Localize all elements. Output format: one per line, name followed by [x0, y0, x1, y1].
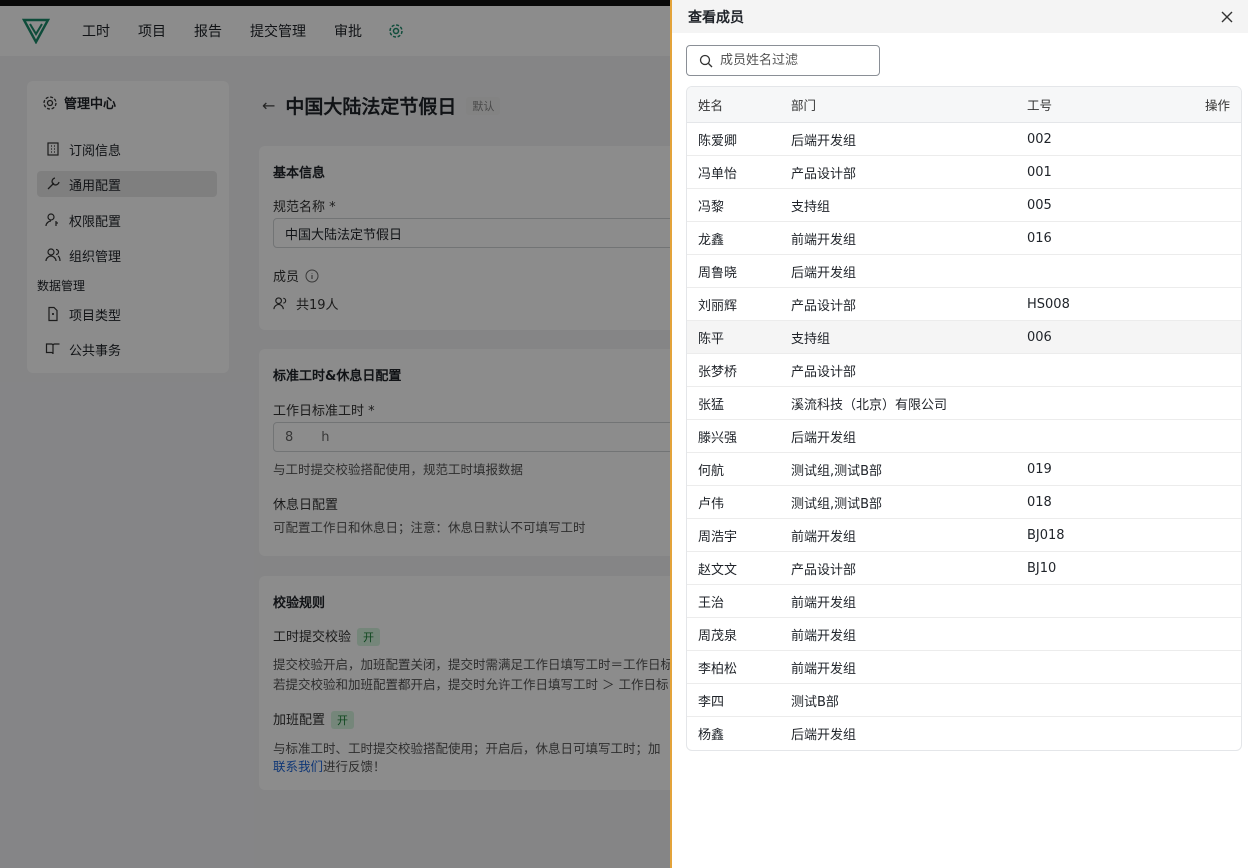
member-name-cell: 杨鑫: [698, 728, 725, 743]
member-dept-cell: 支持组: [791, 331, 831, 347]
table-row[interactable]: 赵文文 产品设计部 BJ10: [687, 552, 1241, 585]
member-dept-cell: 后端开发组: [791, 728, 857, 743]
table-row[interactable]: 滕兴强 后端开发组: [687, 420, 1241, 453]
member-dept-cell: 测试B部: [791, 694, 839, 710]
member-name-cell: 冯黎: [698, 199, 725, 215]
table-row[interactable]: 李四 测试B部: [687, 684, 1241, 717]
member-name-cell: 卢伟: [698, 496, 725, 512]
table-row[interactable]: 周茂泉 前端开发组: [687, 618, 1241, 651]
member-dept-cell: 产品设计部: [791, 364, 857, 380]
member-name-cell: 陈平: [698, 331, 725, 347]
col-name-header[interactable]: 姓名: [687, 95, 791, 114]
member-dept-cell: 产品设计部: [791, 298, 857, 314]
member-name-cell: 李四: [698, 694, 725, 710]
col-action-header: 操作: [1204, 98, 1230, 113]
member-dept-cell: 产品设计部: [791, 166, 857, 182]
member-id-cell: 002: [1027, 131, 1052, 147]
member-name-cell: 周浩宇: [698, 529, 738, 545]
member-dept-cell: 测试组,测试B部: [791, 463, 883, 479]
table-row[interactable]: 卢伟 测试组,测试B部 018: [687, 486, 1241, 519]
members-drawer: 查看成员 姓名 部门 工号 操作 陈爱卿后端开发组002冯单怡产品设计部001冯…: [670, 0, 1248, 868]
member-id-cell: 005: [1027, 197, 1052, 213]
member-dept-cell: 前端开发组: [791, 595, 857, 611]
member-id-cell: BJ018: [1027, 527, 1065, 543]
table-row[interactable]: 刘丽辉 产品设计部 HS008: [687, 288, 1241, 321]
close-icon[interactable]: [1220, 10, 1234, 24]
member-id-cell: HS008: [1027, 296, 1070, 312]
table-row[interactable]: 何航 测试组,测试B部 019: [687, 453, 1241, 486]
table-row[interactable]: 周浩宇 前端开发组 BJ018: [687, 519, 1241, 552]
member-name-cell: 冯单怡: [698, 166, 738, 182]
table-header: 姓名 部门 工号 操作: [687, 87, 1241, 123]
table-row[interactable]: 张梦桥 产品设计部: [687, 354, 1241, 387]
member-id-cell: 001: [1027, 164, 1052, 180]
table-row[interactable]: 周鲁晓 后端开发组: [687, 255, 1241, 288]
member-dept-cell: 溪流科技（北京）有限公司: [791, 397, 948, 413]
member-id-cell: BJ10: [1027, 560, 1057, 576]
table-row[interactable]: 陈爱卿 后端开发组 002: [687, 123, 1241, 156]
col-id-header[interactable]: 工号: [1027, 95, 1187, 114]
member-name-cell: 周茂泉: [698, 628, 738, 644]
table-row[interactable]: 王治 前端开发组: [687, 585, 1241, 618]
members-table: 姓名 部门 工号 操作 陈爱卿 后端开发组 002 冯单怡 产品设计部 001 冯黎 支持组 0…: [686, 86, 1242, 751]
col-dept-header[interactable]: 部门: [791, 95, 1027, 114]
member-dept-cell: 后端开发组: [791, 430, 857, 446]
member-dept-cell: 测试组,测试B部: [791, 496, 883, 512]
member-dept-cell: 产品设计部: [791, 562, 857, 578]
search-icon: [699, 54, 713, 67]
member-name-cell: 张梦桥: [698, 364, 738, 380]
table-body: 陈爱卿 后端开发组 002 冯单怡 产品设计部 001 冯黎 支持组 005 龙鑫 前端开发组 016…: [687, 123, 1241, 750]
member-name-cell: 何航: [698, 463, 725, 479]
member-name-cell: 王治: [698, 595, 725, 611]
table-row[interactable]: 李柏松 前端开发组: [687, 651, 1241, 684]
member-name-cell: 李柏松: [698, 661, 738, 677]
member-name-cell: 张猛: [698, 397, 725, 413]
member-name-cell: 刘丽辉: [698, 298, 738, 314]
member-id-cell: 018: [1027, 494, 1052, 510]
member-search-box[interactable]: [686, 45, 880, 76]
table-row[interactable]: 冯黎 支持组 005: [687, 189, 1241, 222]
table-row[interactable]: 冯单怡 产品设计部 001: [687, 156, 1241, 189]
member-name-cell: 龙鑫: [698, 232, 725, 248]
drawer-title: 查看成员: [688, 9, 744, 26]
member-dept-cell: 前端开发组: [791, 232, 857, 248]
member-name-cell: 滕兴强: [698, 430, 738, 446]
table-row[interactable]: 龙鑫 前端开发组 016: [687, 222, 1241, 255]
table-row[interactable]: 陈平 支持组 006: [687, 321, 1241, 354]
table-row[interactable]: 张猛 溪流科技（北京）有限公司: [687, 387, 1241, 420]
member-id-cell: 016: [1027, 230, 1052, 246]
member-dept-cell: 后端开发组: [791, 265, 857, 281]
table-row[interactable]: 杨鑫 后端开发组: [687, 717, 1241, 750]
member-id-cell: 019: [1027, 461, 1052, 477]
member-dept-cell: 前端开发组: [791, 661, 857, 677]
member-id-cell: 006: [1027, 329, 1052, 345]
member-name-cell: 赵文文: [698, 562, 738, 578]
member-dept-cell: 前端开发组: [791, 628, 857, 644]
member-dept-cell: 支持组: [791, 199, 831, 215]
member-name-cell: 陈爱卿: [698, 133, 738, 149]
drawer-header: 查看成员: [672, 0, 1248, 33]
member-dept-cell: 后端开发组: [791, 133, 857, 149]
member-search-input[interactable]: [720, 53, 870, 68]
member-dept-cell: 前端开发组: [791, 529, 857, 545]
modal-overlay[interactable]: [0, 0, 670, 868]
member-name-cell: 周鲁晓: [698, 265, 738, 281]
